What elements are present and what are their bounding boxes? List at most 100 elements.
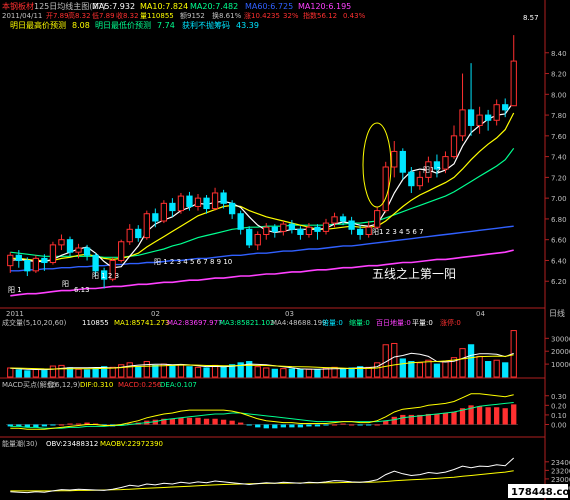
volume-bar — [459, 348, 466, 378]
volume-bar — [220, 365, 227, 378]
macd-bar — [67, 423, 73, 425]
macd-bar — [476, 406, 483, 425]
macd-bar — [511, 404, 517, 425]
volume-bar — [58, 364, 65, 378]
candle-body — [220, 192, 227, 204]
volume-bar — [348, 367, 355, 378]
macd-bar — [212, 418, 218, 425]
chart-canvas[interactable]: 本钢板材 125日均线主图(27) MA5:7.932 MA10:7.824 M… — [0, 0, 570, 500]
candle-body — [484, 114, 492, 121]
candle-body — [66, 239, 74, 253]
volume-axis-tick-label-1: 200000 — [551, 348, 570, 356]
candle-body — [416, 176, 424, 187]
volume-bar — [288, 368, 296, 378]
volume-bar — [467, 344, 475, 378]
macd-bar — [442, 413, 449, 425]
macd-bar — [451, 412, 457, 425]
volume-bar — [493, 359, 500, 378]
maobv-readout: MAOBV:22972390 — [100, 440, 163, 448]
candle-body — [237, 213, 244, 230]
candle-body — [399, 150, 406, 173]
caption-first-yang: 五线之上第一阳 — [372, 267, 456, 281]
volume-bar — [408, 361, 415, 378]
volume-flag-flat: 平量:0 — [412, 319, 433, 327]
price-axis-tick-label-0: 8.40 — [551, 50, 567, 58]
volume-bar — [24, 370, 31, 378]
candle-body — [194, 197, 202, 207]
volume-bar — [425, 359, 432, 378]
volume-bar — [314, 369, 321, 378]
price-axis-tick-label-9: 6.60 — [551, 237, 567, 245]
volume-flag-double: 倍量:0 — [322, 318, 343, 327]
volume-bar — [502, 362, 509, 378]
macd-axis-tick-label-2: 0.10 — [551, 412, 567, 420]
candle-body — [263, 226, 270, 236]
macd-bar — [58, 424, 65, 426]
candle-body — [510, 60, 517, 107]
candle-body — [7, 254, 14, 267]
macd-bar — [263, 424, 269, 429]
volume-bar — [83, 369, 91, 378]
candle-body — [365, 226, 372, 236]
ma20-readout: MA20:7.482 — [190, 2, 238, 11]
volume-value: 110855 — [82, 319, 109, 327]
macd-bar — [41, 424, 48, 427]
macd-bar — [314, 424, 321, 427]
candle-body — [374, 210, 381, 228]
volume-axis-tick-label-0: 300000 — [551, 335, 570, 343]
candle-body — [135, 228, 142, 239]
macd-bar — [331, 424, 338, 426]
candle-body — [297, 228, 304, 236]
volume-bar — [194, 366, 202, 378]
volume-panel-title: 成交量(5,10,20,60) — [2, 318, 67, 327]
volume-bar — [177, 364, 185, 378]
candle-body — [41, 257, 48, 264]
volume-flag-limit: 涨停:0 — [440, 318, 461, 327]
candle-body — [288, 223, 296, 230]
dif-readout: DIF:0.310 — [80, 381, 113, 389]
yang-small-label: 阳 — [62, 279, 69, 288]
volume-bar — [143, 361, 150, 378]
candle-body — [169, 202, 176, 212]
volume-ma1: MA1:85741.273 — [114, 319, 170, 327]
volume-bar — [15, 369, 22, 378]
candle-body — [177, 195, 185, 212]
price-axis-tick-label-5: 7.40 — [551, 154, 567, 162]
volume-ma2: MA2:83697.977 — [167, 319, 223, 327]
candle-body — [152, 213, 159, 222]
volume-bar — [7, 367, 14, 378]
dea-readout: DEA:0.107 — [160, 381, 197, 389]
stock-name: 本钢板材 — [2, 1, 34, 11]
volume-bar — [263, 367, 270, 378]
candle-body — [254, 234, 261, 246]
macd-bar — [391, 416, 397, 425]
obv-axis-tick-label-0: 234000 — [551, 459, 570, 467]
candle-body — [211, 192, 219, 210]
yang-count-4: 阳 1 — [8, 285, 22, 294]
macd-bar — [75, 423, 82, 425]
obv-axis-tick-label-2: 230000 — [551, 476, 570, 484]
macd-bar — [306, 424, 312, 427]
price-axis-tick-label-8: 6.80 — [551, 216, 567, 224]
candle-body — [92, 254, 99, 272]
macd-bar — [289, 424, 295, 428]
pred-high-label: 明日最高价预测 — [10, 20, 66, 30]
macd-params: (26,12,9) — [48, 381, 80, 389]
candle-body — [83, 247, 91, 256]
candle-body — [280, 223, 287, 232]
yang-count-2: 阳 1 2 3 4 5 6 7 8 9 10 — [154, 257, 232, 266]
obv-axis-tick-label-1: 232000 — [551, 467, 570, 475]
volume-axis-tick-label-2: 100000 — [551, 361, 570, 369]
profit-value: 43.39 — [236, 21, 259, 30]
macd-bar — [272, 424, 278, 429]
macd-bar — [357, 424, 363, 426]
price-axis-tick-label-6: 7.20 — [551, 174, 567, 182]
candle-body — [450, 135, 458, 158]
candle-body — [382, 166, 389, 212]
index-pct-readout: 0.43% — [343, 12, 366, 20]
price-axis-tick-label-10: 6.40 — [551, 257, 567, 265]
volume-bar — [305, 368, 313, 378]
high-readout: 高8.32 — [68, 11, 91, 20]
open-readout: 开7.89 — [46, 12, 69, 20]
ma5-readout: MA5:7.932 — [92, 2, 135, 11]
